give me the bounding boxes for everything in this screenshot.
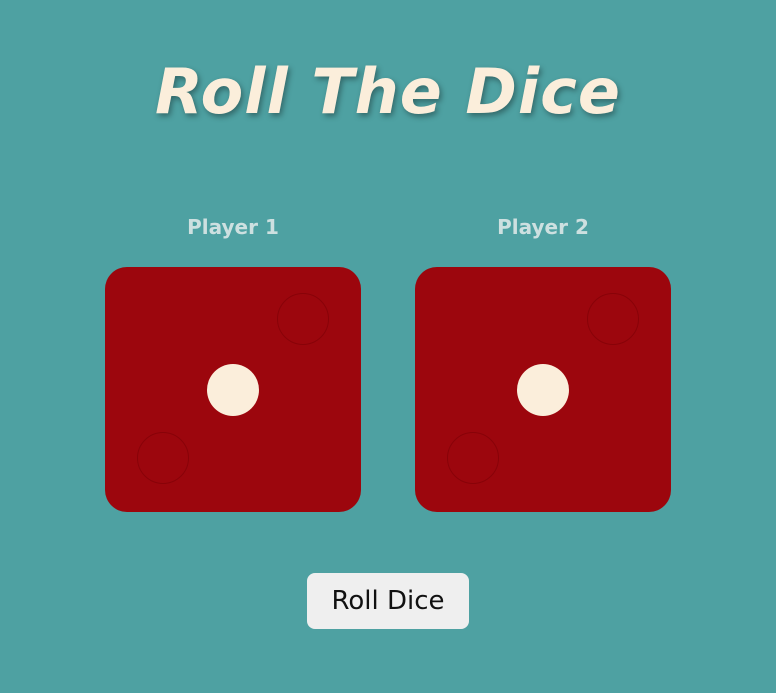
die-pip-center bbox=[207, 364, 259, 416]
die-pip-faint-bottom-left bbox=[137, 432, 189, 484]
die-pip-faint-bottom-left bbox=[447, 432, 499, 484]
page-title: Roll The Dice bbox=[155, 55, 621, 128]
die-pip-center bbox=[517, 364, 569, 416]
die-pip-faint-top-right bbox=[587, 293, 639, 345]
player-2-die bbox=[415, 267, 671, 512]
roll-dice-button[interactable]: Roll Dice bbox=[307, 573, 469, 629]
player-1-die bbox=[105, 267, 361, 512]
player-1-label: Player 1 bbox=[187, 215, 279, 239]
die-pip-faint-top-right bbox=[277, 293, 329, 345]
player-2-label: Player 2 bbox=[497, 215, 589, 239]
player-1-panel: Player 1 bbox=[105, 210, 361, 512]
player-2-panel: Player 2 bbox=[415, 210, 671, 512]
